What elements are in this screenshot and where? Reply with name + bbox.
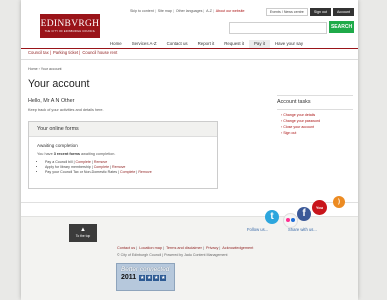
nav-divider xyxy=(21,48,358,49)
quicklink-parking-ticket[interactable]: Parking ticket xyxy=(53,50,78,55)
main-nav: Home Services A-Z Contact us Report it R… xyxy=(105,40,308,48)
nav-pay-it[interactable]: Pay it xyxy=(248,40,270,48)
header-buttons: Events / News centre Sign out Account xyxy=(265,8,354,16)
forms-count: 3 recent forms xyxy=(53,152,80,156)
remove-link[interactable]: Remove xyxy=(138,170,151,174)
link-about-website[interactable]: About our website xyxy=(216,9,245,13)
arrow-up-icon: ▲ xyxy=(80,227,86,233)
star-icon: ★ xyxy=(160,274,167,281)
task-sign-out[interactable]: Sign out xyxy=(281,131,353,135)
twitter-icon[interactable]: t xyxy=(265,210,279,224)
list-item: Apply for library membership | Complete … xyxy=(45,165,217,169)
badge-rating: 2011 ★ ★ ★ ★ xyxy=(121,274,174,281)
greeting: Hello, Mr A N Other xyxy=(28,98,75,104)
badge-title: Better connected xyxy=(121,266,170,273)
remove-link[interactable]: Remove xyxy=(94,160,107,164)
footer-location-map[interactable]: Location map xyxy=(139,246,162,250)
search-button[interactable]: SEARCH xyxy=(329,21,354,33)
footer-terms[interactable]: Terms and disclaimer xyxy=(166,246,202,250)
intro-text: Keep track of your activities and detail… xyxy=(28,108,104,112)
content-divider xyxy=(21,202,358,203)
nav-contact-us[interactable]: Contact us xyxy=(162,40,193,48)
quick-links: Council tax| Parking ticket| Council hou… xyxy=(28,50,118,55)
account-tasks-list: Change your details Change your password… xyxy=(281,113,353,135)
complete-link[interactable]: Complete xyxy=(120,170,135,174)
copyright: © City of Edinburgh Council | Powered by… xyxy=(117,253,228,257)
nav-home[interactable]: Home xyxy=(105,40,127,48)
page-container: Skip to content| Site map| Other languag… xyxy=(21,0,358,300)
complete-link[interactable]: Complete xyxy=(94,165,109,169)
facebook-icon[interactable]: f xyxy=(297,207,311,221)
account-tasks-panel: Account tasks Change your details Change… xyxy=(277,95,353,137)
nav-report-it[interactable]: Report it xyxy=(193,40,220,48)
complete-link[interactable]: Complete xyxy=(76,160,91,164)
search-input[interactable] xyxy=(229,22,327,34)
list-item: Pay a Council bill | Complete | Remove xyxy=(45,160,217,164)
follow-us-label[interactable]: Follow us... xyxy=(247,227,268,232)
task-change-password[interactable]: Change your password xyxy=(281,119,353,123)
footer-contact-us[interactable]: Contact us xyxy=(117,246,135,250)
quicklinks-divider xyxy=(21,59,358,60)
footer-privacy[interactable]: Privacy xyxy=(206,246,218,250)
nav-have-your-say[interactable]: Have your say xyxy=(270,40,308,48)
flickr-icon[interactable] xyxy=(283,213,298,228)
quicklink-council-tax[interactable]: Council tax xyxy=(28,50,49,55)
online-forms-title: Your online forms xyxy=(29,122,217,137)
link-site-map[interactable]: Site map xyxy=(158,9,172,13)
breadcrumb[interactable]: Home › Your account xyxy=(28,67,62,71)
remove-link[interactable]: Remove xyxy=(112,165,125,169)
list-item: Pay your Council Tax or Non-Domestic Rat… xyxy=(45,170,217,174)
star-icon: ★ xyxy=(153,274,160,281)
footer-links: Contact us| Location map| Terms and disc… xyxy=(117,246,254,250)
badge-year: 2011 xyxy=(121,274,137,281)
link-other-languages[interactable]: Other languages xyxy=(176,9,203,13)
awaiting-completion-heading: Awaiting completion xyxy=(37,143,78,148)
utility-links: Skip to content| Site map| Other languag… xyxy=(130,9,245,13)
task-change-details[interactable]: Change your details xyxy=(281,113,353,117)
account-button[interactable]: Account xyxy=(333,8,354,16)
logo-title: EDINBVRGH xyxy=(40,19,100,29)
logo-subtitle: THE CITY OF EDINBURGH COUNCIL xyxy=(44,30,96,33)
star-icon: ★ xyxy=(146,274,153,281)
council-logo[interactable]: EDINBVRGH THE CITY OF EDINBURGH COUNCIL xyxy=(40,14,100,38)
to-the-top-button[interactable]: ▲ To the top xyxy=(69,224,97,242)
to-the-top-label: To the top xyxy=(75,234,91,238)
youtube-icon[interactable]: You xyxy=(312,200,327,215)
forms-count-message: You have 3 recent forms awaiting complet… xyxy=(37,152,116,156)
events-news-button[interactable]: Events / News centre xyxy=(265,8,308,16)
forms-list: Pay a Council bill | Complete | Remove A… xyxy=(39,160,217,174)
better-connected-badge: Better connected 2011 ★ ★ ★ ★ xyxy=(116,263,175,291)
online-forms-panel: Your online forms Awaiting completion Yo… xyxy=(28,121,218,189)
page-title: Your account xyxy=(28,78,90,90)
nav-services-a-z[interactable]: Services A-Z xyxy=(127,40,162,48)
account-tasks-title: Account tasks xyxy=(277,96,353,110)
nav-request-it[interactable]: Request it xyxy=(219,40,249,48)
star-icon: ★ xyxy=(139,274,146,281)
sign-out-button[interactable]: Sign out xyxy=(309,8,331,16)
rss-icon[interactable]: ) xyxy=(333,196,345,208)
task-close-account[interactable]: Close your account xyxy=(281,125,353,129)
link-skip-to-content[interactable]: Skip to content xyxy=(130,9,154,13)
footer-acknowledgement[interactable]: Acknowledgement xyxy=(222,246,253,250)
quicklink-council-house-rent[interactable]: Council house rent xyxy=(82,50,117,55)
